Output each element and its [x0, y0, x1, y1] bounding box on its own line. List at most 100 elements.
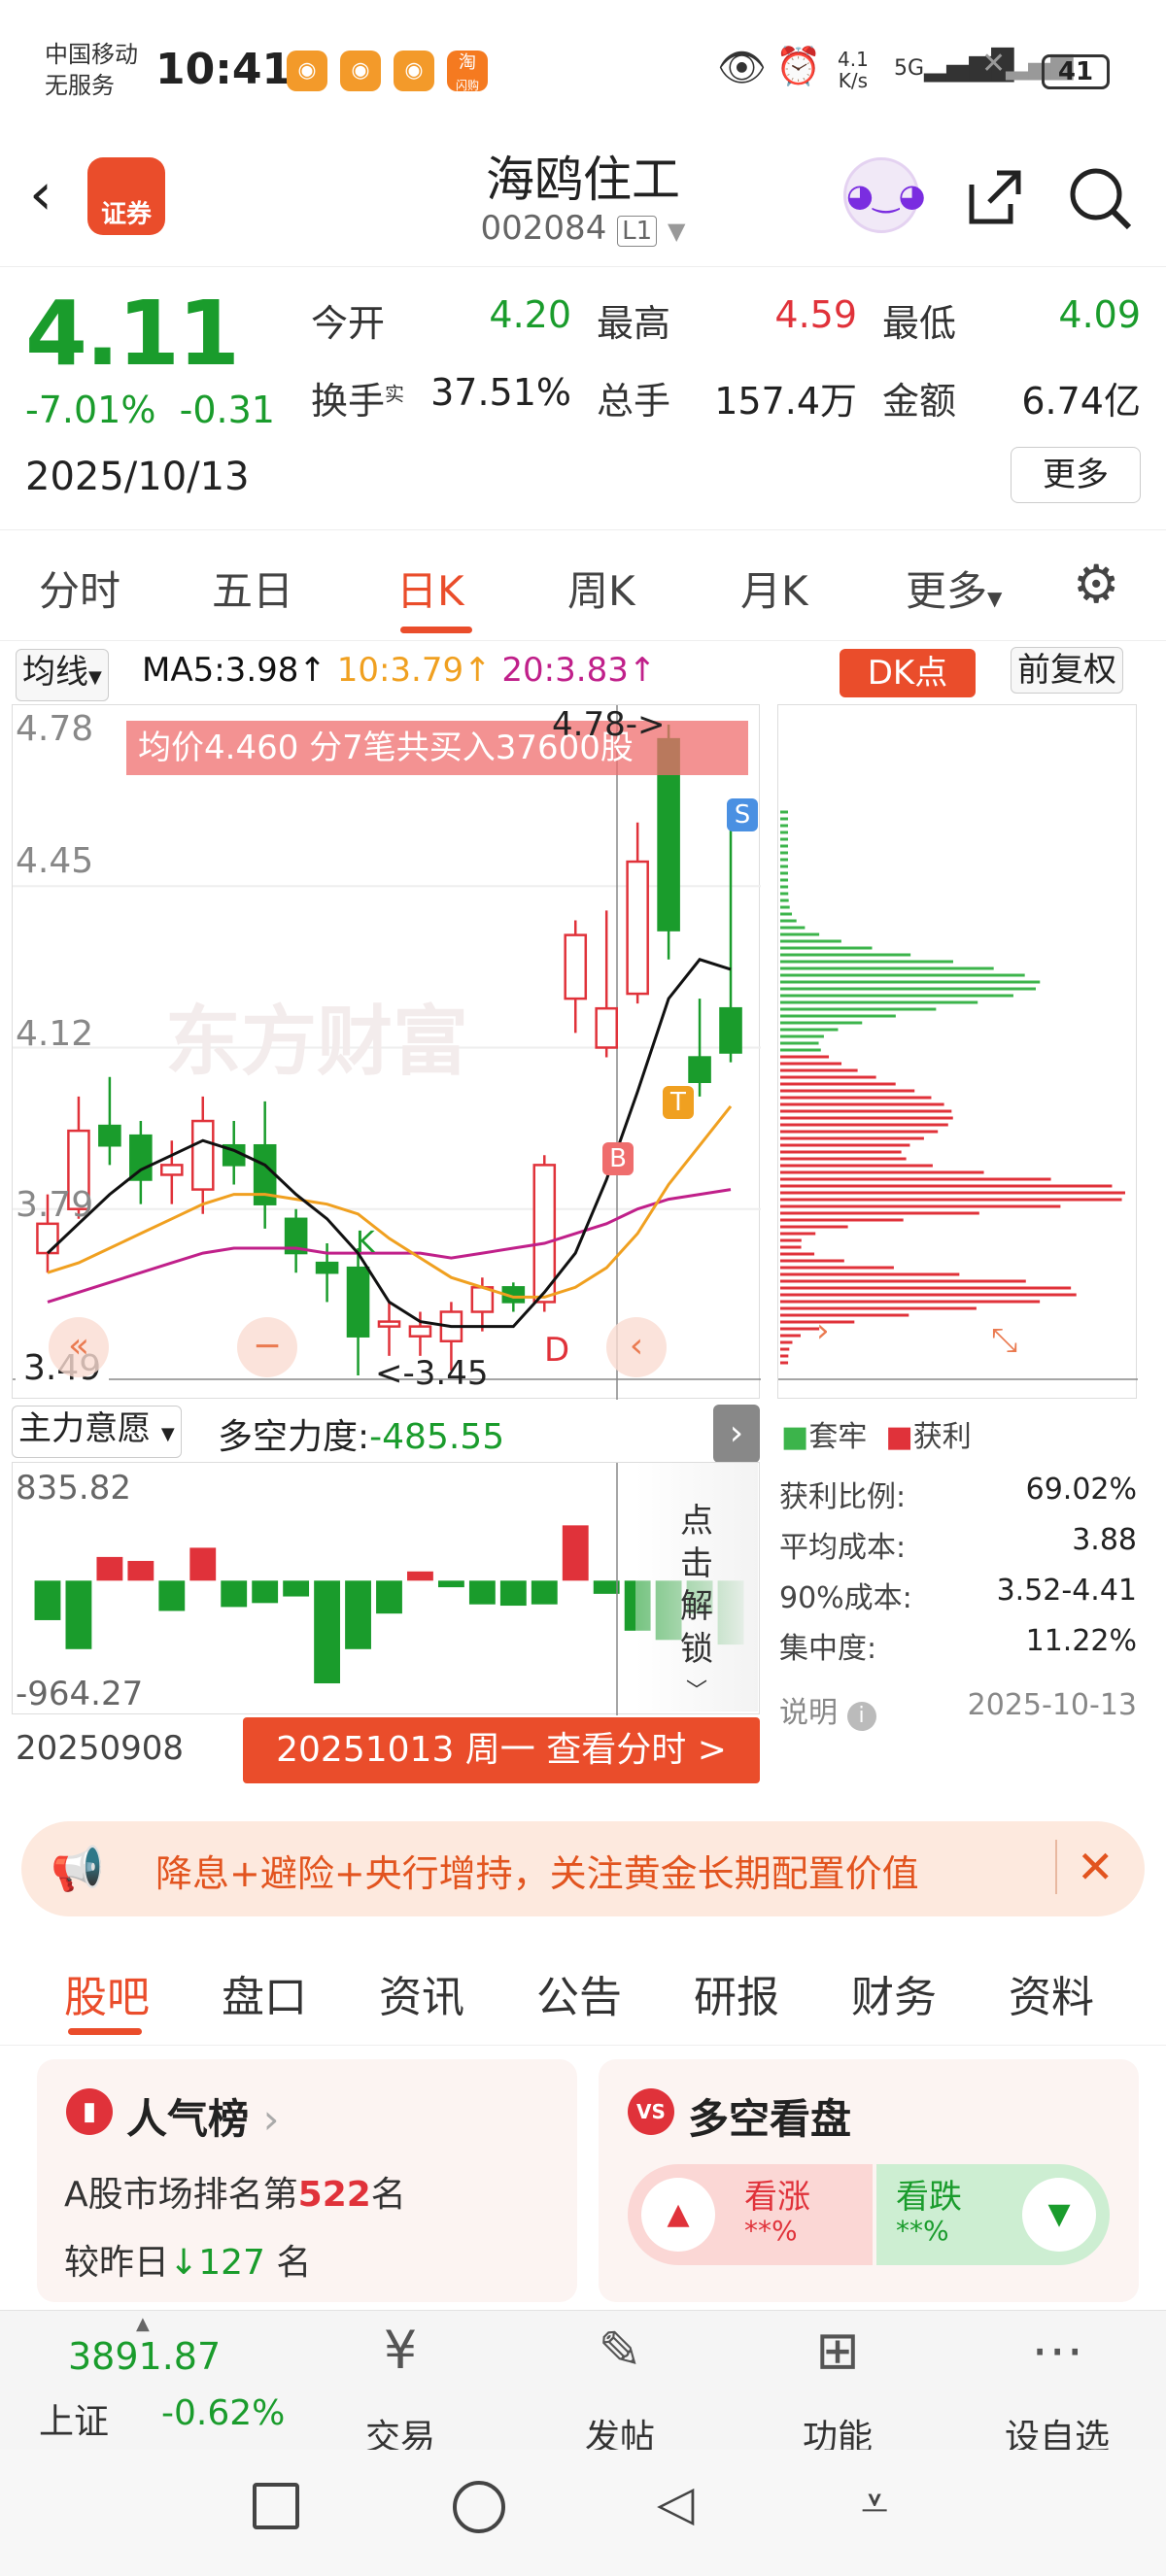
- share-icon-svg: [969, 170, 1021, 224]
- sell-marker[interactable]: S: [727, 798, 758, 831]
- index-change[interactable]: -0.62%: [161, 2393, 285, 2433]
- candle-body: [564, 933, 588, 1000]
- change-percent: -7.01%: [25, 389, 156, 431]
- share-icon[interactable]: [962, 165, 1026, 242]
- candle-body: [408, 1325, 432, 1338]
- edit-post-icon[interactable]: ✎: [542, 2320, 698, 2381]
- bull-button-icon[interactable]: ▲: [641, 2178, 715, 2252]
- turnover-sup: 实: [385, 382, 405, 406]
- more-quote-button[interactable]: 更多: [1011, 447, 1141, 503]
- indicator-value: -485.55: [369, 1417, 505, 1457]
- indicator-bar: [437, 1580, 464, 1588]
- chip-info-row[interactable]: 说明 i 2025-10-13: [779, 1688, 1137, 1731]
- tab-five-day[interactable]: 五日: [212, 559, 293, 618]
- stock-code-selector[interactable]: 002084 L1 ▼: [389, 209, 777, 248]
- functions-grid-icon[interactable]: ⊞: [760, 2320, 915, 2381]
- recent-apps-icon[interactable]: [253, 2483, 299, 2529]
- expand-indicator-icon[interactable]: ›: [713, 1405, 760, 1463]
- expand-icon[interactable]: ⤡: [991, 1321, 1017, 1360]
- tab-daily-k[interactable]: 日K: [396, 559, 464, 618]
- turnover-value: 37.51%: [430, 371, 571, 414]
- scroll-left-icon[interactable]: ‹: [606, 1317, 667, 1377]
- tab-forum[interactable]: 股吧: [64, 1962, 150, 2024]
- open-label: 今开: [311, 302, 386, 345]
- notification-app-icon: ◉: [340, 51, 381, 91]
- system-nav-bar: [0, 2450, 1166, 2576]
- bear-side[interactable]: 看跌 **% ▼: [876, 2164, 1110, 2265]
- bear-button-icon[interactable]: ▼: [1022, 2178, 1096, 2252]
- indicator-selector[interactable]: 主力意愿 ▼: [12, 1406, 182, 1458]
- notice-text[interactable]: 降息+避险+央行增持，关注黄金长期配置价值: [155, 1844, 919, 1897]
- tab-intraday[interactable]: 分时: [39, 559, 120, 618]
- tab-profile[interactable]: 资料: [1009, 1962, 1094, 2024]
- dk-point-button[interactable]: DK点: [840, 649, 976, 697]
- close-icon[interactable]: ✕: [1055, 1840, 1115, 1894]
- adjust-mode-button[interactable]: 前复权: [1011, 647, 1123, 694]
- popularity-card[interactable]: ▮ 人气榜 › A股市场排名第522名 较昨日↓127 名: [37, 2059, 577, 2302]
- trade-icon[interactable]: ¥: [323, 2320, 478, 2381]
- bull-bear-title: 多空看盘: [688, 2095, 852, 2143]
- buy-marker[interactable]: B: [602, 1142, 634, 1175]
- tab-orderbook[interactable]: 盘口: [222, 1962, 307, 2024]
- bull-side[interactable]: ▲ 看涨 **%: [628, 2164, 873, 2265]
- chip-stat-value: 69.02%: [1025, 1473, 1137, 1507]
- chip-stat-row: 90%成本: 3.52-4.41: [779, 1574, 1137, 1616]
- settings-gear-icon[interactable]: ⚙: [1073, 554, 1119, 615]
- notification-pull-icon[interactable]: ⩡: [861, 2475, 888, 2532]
- rank-suffix: 名: [370, 2175, 406, 2215]
- tab-monthly-k[interactable]: 月K: [740, 559, 808, 618]
- tab-announcements[interactable]: 公告: [536, 1962, 622, 2024]
- candle-body: [595, 1006, 618, 1049]
- robot-assistant-avatar[interactable]: ◕‿◕: [843, 157, 926, 233]
- tab-weekly-k[interactable]: 周K: [567, 559, 635, 618]
- chip-next-icon[interactable]: ›: [816, 1311, 830, 1350]
- k-marker: K: [356, 1226, 375, 1260]
- search-icon[interactable]: [1067, 165, 1135, 246]
- stock-name: 海鸥住工: [486, 152, 680, 208]
- zoom-out-icon[interactable]: −: [237, 1317, 297, 1377]
- alarm-icon: ⏰: [775, 45, 822, 87]
- indicator-bar: [283, 1580, 310, 1597]
- watermark: 东方财富: [165, 999, 469, 1086]
- chart-start-date: 20250908: [16, 1729, 185, 1768]
- eye-icon: 👁: [717, 46, 767, 90]
- chip-info-label: 说明: [779, 1696, 838, 1730]
- low-value: 4.09: [1058, 293, 1141, 336]
- amount-value: 6.74亿: [1021, 380, 1141, 423]
- ma10-value: 10:3.79↑: [336, 651, 492, 690]
- active-section-indicator: [68, 2028, 142, 2035]
- vote-bar: ▲ 看涨 **% 看跌 **% ▼: [628, 2164, 1110, 2265]
- profit-legend-swatch: ■: [885, 1420, 913, 1454]
- y-tick-label: 4.45: [16, 841, 94, 881]
- bull-bear-card[interactable]: VS 多空看盘 ▲ 看涨 **% 看跌 **% ▼: [599, 2059, 1139, 2302]
- t-marker[interactable]: T: [663, 1086, 694, 1119]
- turnover-label-text: 换手: [311, 380, 386, 423]
- indicator-bar: [314, 1580, 341, 1684]
- unlock-char: 解: [680, 1587, 713, 1626]
- bull-label: 看涨: [744, 2178, 810, 2217]
- chip-distribution-chart[interactable]: [777, 704, 1138, 1399]
- scroll-left-fast-icon[interactable]: «: [49, 1317, 109, 1377]
- more-dots-icon[interactable]: ⋯: [979, 2320, 1135, 2381]
- unlock-char: 击: [680, 1544, 713, 1583]
- index-value[interactable]: 3891.87: [68, 2335, 221, 2378]
- view-intraday-button[interactable]: 20251013 周一 查看分时 >: [243, 1717, 760, 1783]
- securities-logo[interactable]: 证券: [87, 157, 165, 235]
- open-value: 4.20: [489, 293, 571, 336]
- ma-selector[interactable]: 均线▼: [16, 649, 109, 701]
- back-nav-icon[interactable]: ◁: [657, 2475, 694, 2531]
- candle-body: [377, 1320, 401, 1328]
- y-tick-label: 4.12: [16, 1014, 94, 1054]
- back-button[interactable]: ‹: [29, 165, 52, 223]
- tab-news[interactable]: 资讯: [379, 1962, 464, 2024]
- carrier-service: 无服务: [45, 72, 115, 99]
- quote-date: 2025/10/13: [25, 455, 250, 499]
- tab-financials[interactable]: 财务: [851, 1962, 937, 2024]
- amount-label: 金额: [882, 380, 957, 423]
- home-icon[interactable]: [453, 2481, 505, 2533]
- high-value: 4.59: [774, 293, 857, 336]
- index-name[interactable]: 上证: [39, 2393, 109, 2444]
- tab-more[interactable]: 更多▼: [906, 559, 1002, 618]
- tab-research[interactable]: 研报: [694, 1962, 779, 2024]
- unlock-overlay[interactable]: 点 击 解 锁 ﹀: [635, 1463, 758, 1712]
